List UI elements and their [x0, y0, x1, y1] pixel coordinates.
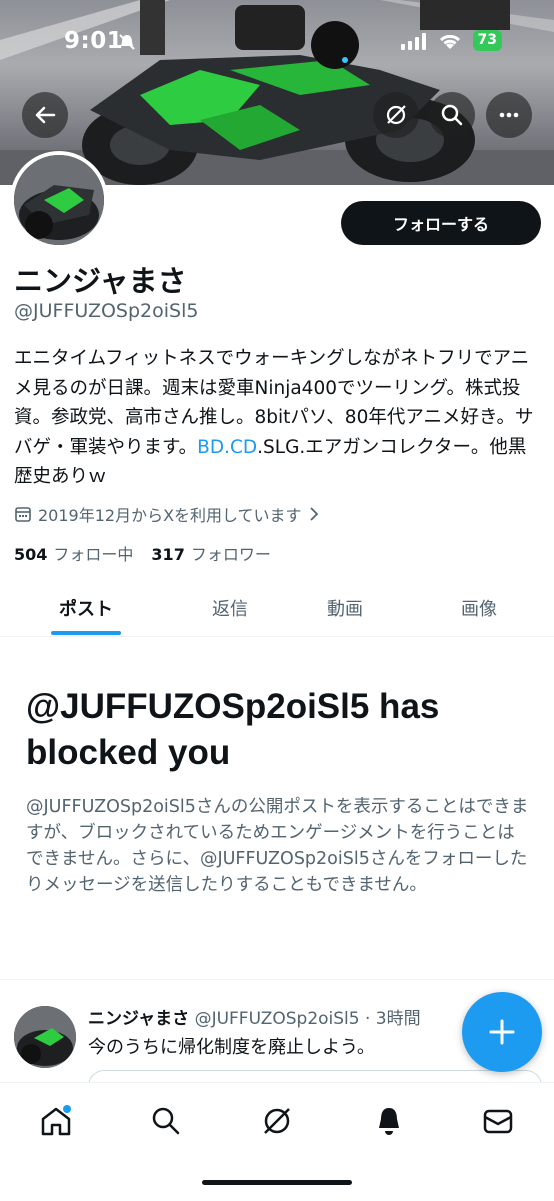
following-label: フォロー中 — [53, 545, 134, 564]
profile-handle: @JUFFUZOSp2oiSl5 — [14, 300, 199, 322]
nav-grok[interactable] — [257, 1101, 297, 1141]
following-count: 504 — [14, 545, 48, 564]
plus-icon — [489, 1019, 515, 1045]
compose-button[interactable] — [462, 992, 542, 1072]
divider — [0, 979, 554, 980]
more-horizontal-icon — [499, 112, 519, 118]
search-icon — [441, 104, 463, 126]
status-bar: 9:01 73 — [0, 0, 554, 80]
profile-avatar[interactable] — [10, 151, 108, 249]
tab-images[interactable]: 画像 — [434, 580, 524, 636]
followers-stat[interactable]: 317 フォロワー — [151, 541, 270, 565]
followers-label: フォロワー — [190, 545, 271, 564]
nav-search[interactable] — [146, 1101, 186, 1141]
home-icon — [41, 1105, 71, 1136]
avatar-motorcycle-image — [14, 155, 104, 245]
battery-indicator: 73 — [472, 30, 502, 51]
cellular-signal-icon — [400, 32, 426, 50]
tab-replies[interactable]: 返信 — [185, 580, 275, 636]
silent-mode-icon — [119, 34, 135, 50]
following-stat[interactable]: 504 フォロー中 — [14, 541, 133, 565]
followers-count: 317 — [151, 545, 185, 564]
bell-icon — [379, 1108, 399, 1135]
follow-stats: 504 フォロー中 317 フォロワー — [14, 541, 271, 565]
post-avatar[interactable] — [14, 1006, 76, 1068]
post-meta: @JUFFUZOSp2oiSl5 · 3時間 — [194, 1009, 421, 1029]
active-tab-indicator — [51, 631, 121, 635]
arrow-left-icon — [35, 106, 56, 124]
post-author[interactable]: ニンジャまさ — [88, 1009, 189, 1029]
search-button[interactable] — [429, 92, 475, 138]
nav-notifications[interactable] — [369, 1101, 409, 1141]
post-avatar-image — [14, 1006, 76, 1068]
blocked-description: @JUFFUZOSp2oiSl5さんの公開ポストを表示することはできますが、ブロ… — [26, 797, 529, 895]
more-button[interactable] — [486, 92, 532, 138]
mail-icon — [483, 1109, 513, 1134]
nav-messages[interactable] — [478, 1101, 518, 1141]
post-text[interactable]: 今のうちに帰化制度を廃止しよう。 — [88, 1033, 375, 1059]
status-right: 73 — [400, 30, 502, 51]
joined-text: 2019年12月からXを利用しています — [38, 506, 302, 525]
search-icon — [152, 1107, 180, 1135]
grok-icon — [264, 1108, 290, 1134]
profile-name: ニンジャまさ — [14, 264, 187, 298]
calendar-icon — [15, 507, 31, 522]
grok-icon — [386, 105, 406, 125]
post-header: ニンジャまさ @JUFFUZOSp2oiSl5 · 3時間 — [88, 1004, 478, 1029]
blocked-title: @JUFFUZOSp2oiSl5 has blocked you — [26, 687, 440, 772]
wifi-icon — [439, 34, 460, 49]
tab-videos[interactable]: 動画 — [300, 580, 390, 636]
status-time: 9:01 — [64, 28, 124, 54]
joined-date[interactable]: 2019年12月からXを利用しています — [14, 502, 320, 526]
nav-home[interactable] — [36, 1101, 76, 1141]
grok-button[interactable] — [373, 92, 419, 138]
profile-bio: エニタイムフィットネスでウォーキングしながネトフリでアニメ見るのが日課。週末は愛… — [14, 344, 542, 492]
profile-tabs: ポスト 返信 動画 画像 — [0, 580, 554, 637]
bio-link[interactable]: BD.CD — [197, 437, 257, 458]
tab-posts[interactable]: ポスト — [40, 580, 132, 636]
follow-button[interactable]: フォローする — [341, 201, 541, 245]
chevron-right-icon — [309, 507, 318, 521]
home-indicator — [202, 1180, 352, 1185]
back-button[interactable] — [22, 92, 68, 138]
